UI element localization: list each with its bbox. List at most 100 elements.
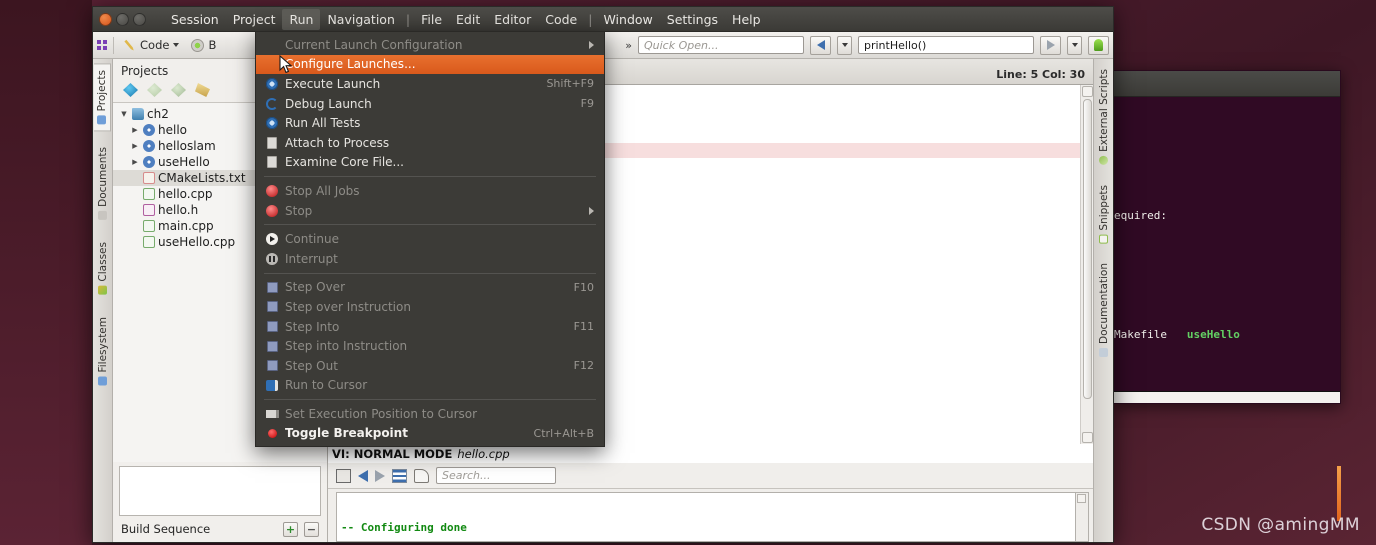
twisty-icon[interactable]: ▶ [130, 158, 140, 166]
scroll-up-button[interactable] [1082, 86, 1093, 97]
terminal-titlebar[interactable] [1114, 71, 1340, 97]
menu-item-run-to-cursor[interactable]: Run to Cursor [256, 376, 604, 396]
menu-session[interactable]: Session [164, 9, 226, 30]
menu-edit[interactable]: Edit [449, 9, 487, 30]
menu-item-stop-all-jobs[interactable]: Stop All Jobs [256, 181, 604, 201]
menu-item-configure-launches[interactable]: Configure Launches... [256, 54, 604, 75]
menu-project[interactable]: Project [226, 9, 283, 30]
menu-item-interrupt[interactable]: Interrupt [256, 249, 604, 269]
symbol-input[interactable]: printHello() [858, 36, 1034, 54]
find-next-icon[interactable] [375, 469, 385, 482]
scroll-up-button[interactable] [1077, 494, 1086, 503]
twisty-icon[interactable]: ▶ [130, 142, 140, 150]
search-input[interactable]: Search... [436, 467, 556, 484]
run-dropdown-menu[interactable]: Current Launch Configuration Configure L… [255, 31, 605, 448]
menu-item-debug-launch[interactable]: Debug Launch F9 [256, 94, 604, 114]
tree-row-label: hello.cpp [158, 187, 213, 201]
menu-window[interactable]: Window [596, 9, 659, 30]
maximize-window-button[interactable] [133, 12, 146, 26]
menu-item-toggle-breakpoint[interactable]: Toggle Breakpoint Ctrl+Alt+B [256, 424, 604, 444]
find-previous-icon[interactable] [358, 469, 368, 482]
sidebar-item-external-scripts[interactable]: External Scripts [1096, 63, 1112, 171]
menu-item-examine-core-file[interactable]: Examine Core File... [256, 153, 604, 173]
tree-row-label: main.cpp [158, 219, 214, 233]
configure-icon[interactable] [195, 83, 210, 97]
navigate-forward-dropdown[interactable] [1067, 35, 1082, 55]
navigate-back-dropdown[interactable] [837, 35, 852, 55]
tree-row-label: CMakeLists.txt [158, 171, 246, 185]
menu-item-label: Continue [285, 232, 339, 247]
editor-scrollbar[interactable] [1080, 85, 1093, 444]
sidebar-item-classes[interactable]: Classes [95, 236, 111, 301]
menu-item-continue[interactable]: Continue [256, 229, 604, 249]
menu-editor[interactable]: Editor [487, 9, 538, 30]
menu-item-step-over-instruction[interactable]: Step over Instruction [256, 297, 604, 317]
minimize-window-button[interactable] [116, 12, 129, 26]
remove-build-step-button[interactable]: − [304, 521, 319, 537]
sidebar-item-documents[interactable]: Documents [95, 141, 111, 226]
code-mode-button[interactable]: Code [120, 37, 182, 53]
install-icon[interactable] [171, 83, 186, 97]
menu-item-step-into[interactable]: Step Into F11 [256, 317, 604, 337]
scrollbar-thumb[interactable] [1083, 99, 1092, 399]
chevron-down-icon [173, 43, 180, 47]
build-sequence-list[interactable] [119, 466, 321, 516]
quick-open-input[interactable]: Quick Open... [638, 36, 804, 54]
menu-settings[interactable]: Settings [660, 9, 725, 30]
external-scripts-icon [1099, 155, 1108, 165]
add-build-step-button[interactable]: + [283, 521, 298, 537]
terminal-statusbar [1114, 391, 1340, 403]
documentation-icon [1099, 348, 1108, 358]
menu-item-run-all-tests[interactable]: Run All Tests [256, 113, 604, 133]
step-into-icon [264, 321, 280, 333]
menu-item-label: Debug Launch [285, 96, 372, 111]
build-icon[interactable] [123, 83, 138, 97]
build-button[interactable]: B [188, 37, 219, 53]
cpp-file-icon [143, 236, 155, 248]
navigate-back-button[interactable] [810, 35, 831, 55]
menu-item-label: Stop [285, 203, 313, 218]
menu-item-attach-to-process[interactable]: Attach to Process [256, 133, 604, 153]
menu-item-execute-launch[interactable]: Execute Launch Shift+F9 [256, 74, 604, 94]
menu-help[interactable]: Help [725, 9, 768, 30]
twisty-icon[interactable]: ▶ [130, 126, 140, 134]
menu-navigation[interactable]: Navigation [320, 9, 401, 30]
sidebar-item-label: Snippets [1097, 184, 1110, 231]
sidebar-item-filesystem[interactable]: Filesystem [95, 311, 111, 392]
toggle-grid-icon[interactable] [336, 468, 351, 483]
close-window-button[interactable] [99, 12, 112, 26]
tree-row-label: ch2 [147, 107, 169, 121]
sidebar-item-snippets[interactable]: Snippets [1096, 179, 1112, 250]
menu-item-set-execution-position-to-cursor[interactable]: Set Execution Position to Cursor [256, 404, 604, 424]
copy-icon[interactable] [414, 468, 429, 483]
sidebar-item-projects[interactable]: Projects [94, 63, 111, 132]
left-tool-tabs: Projects Documents Classes Filesystem [93, 59, 113, 542]
menu-run[interactable]: Run [282, 8, 321, 30]
build-output-console[interactable]: -- Configuring done -- Generating done -… [336, 492, 1076, 542]
menu-item-step-out[interactable]: Step Out F12 [256, 356, 604, 376]
quick-fix-button[interactable] [1088, 35, 1109, 55]
terminal-text-highlight: useHello [1186, 328, 1240, 341]
menu-item-step-over[interactable]: Step Over F10 [256, 278, 604, 298]
menu-code[interactable]: Code [538, 9, 584, 30]
document-icon [264, 136, 280, 149]
twisty-icon[interactable]: ▼ [119, 110, 129, 118]
play-icon [264, 233, 280, 246]
console-panel: -- Configuring done -- Generating done -… [328, 489, 1093, 542]
sidebar-item-documentation[interactable]: Documentation [1096, 257, 1112, 363]
menu-item-step-into-instruction[interactable]: Step into Instruction [256, 336, 604, 356]
line-col-indicator: Line: 5 Col: 30 [996, 68, 1085, 81]
menu-item-current-launch-configuration[interactable]: Current Launch Configuration [256, 35, 604, 55]
clean-icon[interactable] [147, 83, 162, 97]
menu-item-stop[interactable]: Stop [256, 201, 604, 221]
scroll-down-button[interactable] [1082, 432, 1093, 443]
menu-separator [264, 272, 596, 274]
grid-icon[interactable] [97, 40, 107, 50]
navigate-forward-button[interactable] [1040, 35, 1061, 55]
match-lines-icon[interactable] [392, 468, 407, 483]
terminal-window[interactable]: equired: Makefile useHello [1113, 70, 1341, 404]
menu-file[interactable]: File [414, 9, 449, 30]
chevron-down-icon [841, 43, 848, 47]
console-scrollbar[interactable] [1076, 492, 1089, 542]
menu-item-shortcut: Ctrl+Alt+B [533, 426, 594, 440]
